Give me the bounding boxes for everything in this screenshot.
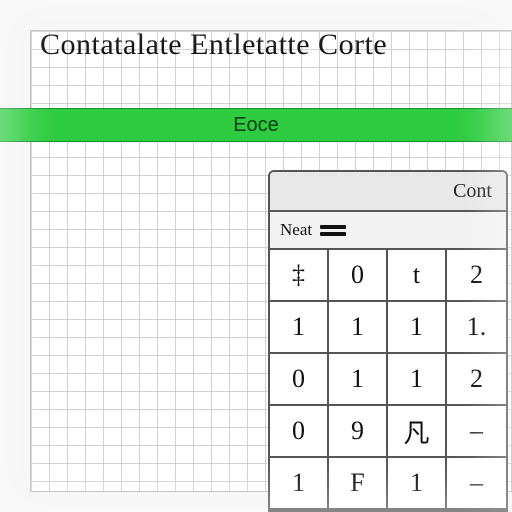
panel-subheader: Neat xyxy=(270,212,506,250)
key-19[interactable]: – xyxy=(447,458,506,510)
key-1[interactable]: 0 xyxy=(329,250,388,302)
key-6[interactable]: 1 xyxy=(388,302,447,354)
page-title: Contatalate Entletatte Corte xyxy=(40,28,502,62)
keypad: ‡ 0 t 2 1 1 1 1. 0 1 1 2 0 9 凡 – 1 F 1 – xyxy=(270,250,506,510)
key-11[interactable]: 2 xyxy=(447,354,506,406)
header-bar-label: Eoce xyxy=(233,114,279,137)
calculator-panel: Cont Neat ‡ 0 t 2 1 1 1 1. 0 1 1 2 0 9 凡… xyxy=(268,170,508,512)
key-10[interactable]: 1 xyxy=(388,354,447,406)
key-18[interactable]: 1 xyxy=(388,458,447,510)
key-9[interactable]: 1 xyxy=(329,354,388,406)
panel-sub-label: Neat xyxy=(280,220,312,240)
key-7[interactable]: 1. xyxy=(447,302,506,354)
header-bar: Eoce xyxy=(0,108,512,142)
key-5[interactable]: 1 xyxy=(329,302,388,354)
key-2[interactable]: t xyxy=(388,250,447,302)
key-14[interactable]: 凡 xyxy=(388,406,447,458)
key-13[interactable]: 9 xyxy=(329,406,388,458)
key-3[interactable]: 2 xyxy=(447,250,506,302)
key-12[interactable]: 0 xyxy=(270,406,329,458)
panel-header-label: Cont xyxy=(453,180,492,203)
key-8[interactable]: 0 xyxy=(270,354,329,406)
key-4[interactable]: 1 xyxy=(270,302,329,354)
panel-header: Cont xyxy=(270,172,506,212)
key-15[interactable]: – xyxy=(447,406,506,458)
key-0[interactable]: ‡ xyxy=(270,250,329,302)
key-17[interactable]: F xyxy=(329,458,388,510)
key-16[interactable]: 1 xyxy=(270,458,329,510)
menu-icon[interactable] xyxy=(320,225,346,236)
